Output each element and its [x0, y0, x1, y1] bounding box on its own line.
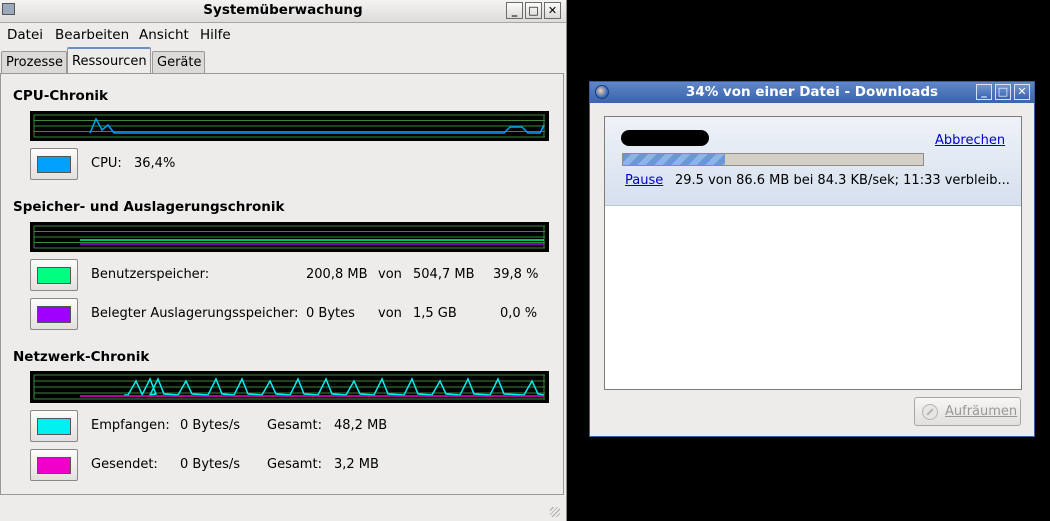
- received-rate: 0 Bytes/s: [180, 418, 241, 433]
- tab-bar: Prozesse Ressourcen Geräte: [0, 47, 566, 74]
- user-memory-label: Benutzerspeicher:: [91, 267, 210, 282]
- download-status: 29.5 von 86.6 MB bei 84.3 KB/sek; 11:33 …: [675, 173, 1010, 188]
- swap-percent: 0,0 %: [500, 306, 538, 321]
- system-monitor-window: Systemüberwachung _ □ ✕ Datei Bearbeiten…: [0, 0, 567, 521]
- title-bar[interactable]: Systemüberwachung _ □ ✕: [0, 0, 566, 23]
- close-icon[interactable]: ✕: [544, 2, 561, 19]
- received-label: Empfangen:: [91, 418, 170, 433]
- sent-label: Gesendet:: [91, 457, 158, 472]
- progress-fill: [623, 154, 725, 165]
- download-list[interactable]: Abbrechen Pause 29.5 von 86.6 MB bei 84.…: [604, 116, 1022, 390]
- clear-button-label: Aufräumen: [945, 404, 1018, 419]
- tab-ressourcen[interactable]: Ressourcen: [67, 47, 151, 74]
- network-graph: [30, 371, 549, 403]
- swap-used: 0 Bytes: [306, 306, 355, 321]
- user-memory-color-button[interactable]: [30, 259, 78, 291]
- menu-bearbeiten[interactable]: Bearbeiten: [55, 27, 129, 43]
- menu-bar: Datei Bearbeiten Ansicht Hilfe: [0, 23, 566, 45]
- tab-prozesse[interactable]: Prozesse: [1, 51, 67, 73]
- cpu-graph: [30, 111, 549, 141]
- tab-geraete[interactable]: Geräte: [152, 51, 205, 73]
- pause-link[interactable]: Pause: [625, 173, 663, 188]
- cancel-link[interactable]: Abbrechen: [935, 133, 1005, 148]
- swap-color-button[interactable]: [30, 298, 78, 330]
- status-bar: [0, 496, 566, 521]
- received-swatch: [37, 418, 71, 435]
- sent-color-button[interactable]: [30, 449, 78, 481]
- memory-history-title: Speicher- und Auslagerungschronik: [13, 199, 285, 215]
- clear-icon: [922, 404, 938, 420]
- sent-rate: 0 Bytes/s: [180, 457, 241, 472]
- received-total: 48,2 MB: [334, 418, 388, 433]
- cpu-history-title: CPU-Chronik: [13, 88, 109, 104]
- window-title: Systemüberwachung: [203, 2, 363, 18]
- menu-hilfe[interactable]: Hilfe: [200, 27, 231, 43]
- cpu-color-button[interactable]: [30, 148, 78, 180]
- download-item[interactable]: Abbrechen Pause 29.5 von 86.6 MB bei 84.…: [605, 117, 1021, 206]
- network-history-title: Netzwerk-Chronik: [13, 349, 150, 365]
- minimize-icon[interactable]: _: [506, 2, 523, 19]
- resize-grip-icon[interactable]: [550, 507, 560, 517]
- swap-total: 1,5 GB: [413, 306, 457, 321]
- maximize-icon[interactable]: □: [995, 84, 1011, 100]
- user-memory-of: von: [378, 267, 402, 282]
- menu-ansicht[interactable]: Ansicht: [139, 27, 189, 43]
- user-memory-total: 504,7 MB: [413, 267, 475, 282]
- sent-swatch: [37, 457, 71, 474]
- user-memory-swatch: [37, 267, 71, 284]
- menu-datei[interactable]: Datei: [7, 27, 43, 43]
- window-title: 34% von einer Datei - Downloads: [685, 84, 939, 100]
- swap-label: Belegter Auslagerungsspeicher:: [91, 306, 299, 321]
- cpu-color-swatch: [37, 156, 71, 173]
- swap-of: von: [378, 306, 402, 321]
- received-color-button[interactable]: [30, 410, 78, 442]
- sent-total-label: Gesamt:: [267, 457, 322, 472]
- minimize-icon[interactable]: _: [976, 84, 992, 100]
- user-memory-used: 200,8 MB: [306, 267, 368, 282]
- downloads-window: 34% von einer Datei - Downloads _ □ ✕ Ab…: [589, 81, 1035, 437]
- cpu-label: CPU:: [91, 156, 122, 171]
- download-progress-bar: [622, 153, 924, 166]
- maximize-icon[interactable]: □: [525, 2, 542, 19]
- cpu-value: 36,4%: [134, 156, 176, 171]
- swap-swatch: [37, 306, 71, 323]
- sent-total: 3,2 MB: [334, 457, 379, 472]
- title-bar[interactable]: 34% von einer Datei - Downloads _ □ ✕: [590, 82, 1034, 103]
- redacted-filename: [621, 130, 709, 146]
- close-icon[interactable]: ✕: [1014, 84, 1030, 100]
- memory-graph: [30, 222, 549, 252]
- received-total-label: Gesamt:: [267, 418, 322, 433]
- user-memory-percent: 39,8 %: [493, 267, 539, 282]
- clear-list-button[interactable]: Aufräumen: [914, 397, 1021, 426]
